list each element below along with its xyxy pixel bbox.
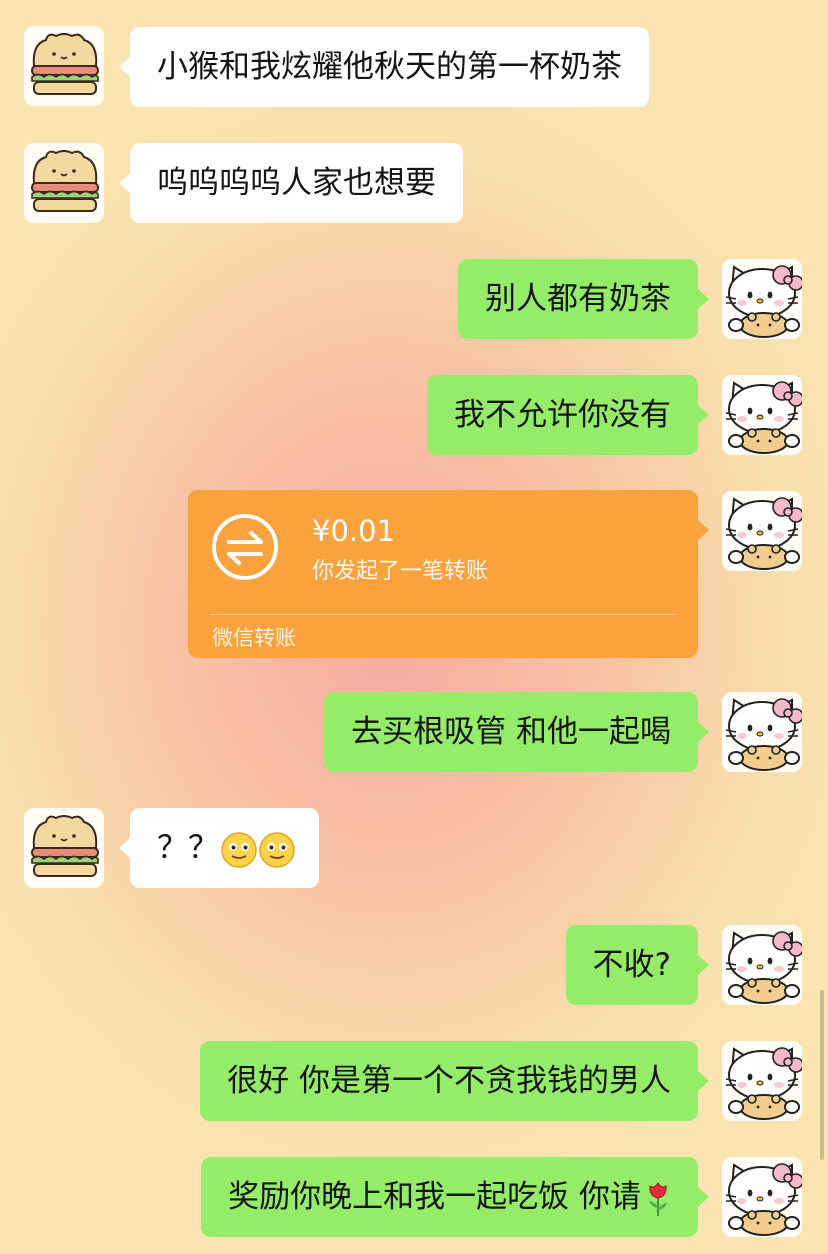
transfer-card[interactable]: ¥0.01 你发起了一笔转账 微信转账 [188, 490, 709, 658]
message-bubble-outgoing[interactable]: 不收? [565, 925, 710, 1005]
message-text: 奖励你晚上和我一起吃饭 你请 [228, 1179, 641, 1215]
message-bubble-outgoing[interactable]: 很好 你是第一个不贪我钱的男人 [200, 1041, 709, 1121]
hello-kitty-avatar-icon [722, 692, 802, 772]
my-avatar[interactable] [722, 1157, 802, 1237]
contact-avatar[interactable] [24, 26, 104, 106]
scrollbar[interactable] [820, 990, 824, 1160]
my-avatar[interactable] [722, 259, 802, 339]
message-text: ？？ [157, 830, 219, 866]
my-avatar[interactable] [722, 692, 802, 772]
sandwich-bear-avatar-icon [24, 808, 104, 888]
smile-emoji-icon [221, 832, 257, 868]
message-text: 小猴和我炫耀他秋天的第一杯奶茶 [157, 49, 622, 85]
rose-emoji-icon [645, 1180, 671, 1218]
hello-kitty-avatar-icon [722, 375, 802, 455]
message-bubble-incoming[interactable]: ？？ [119, 808, 319, 888]
contact-avatar[interactable] [24, 143, 104, 223]
contact-avatar[interactable] [24, 808, 104, 888]
message-text: 不收? [592, 947, 671, 983]
hello-kitty-avatar-icon [722, 1041, 802, 1121]
message-text: 很好 你是第一个不贪我钱的男人 [227, 1063, 671, 1099]
transfer-footer: 微信转账 [212, 626, 296, 650]
hello-kitty-avatar-icon [722, 1157, 802, 1237]
message-text: 呜呜呜呜人家也想要 [157, 165, 436, 201]
sandwich-bear-avatar-icon [24, 143, 104, 223]
hello-kitty-avatar-icon [722, 925, 802, 1005]
transfer-description: 你发起了一笔转账 [312, 559, 489, 584]
smile-emoji-icon [259, 832, 295, 868]
divider [210, 614, 676, 615]
message-bubble-outgoing[interactable]: 去买根吸管 和他一起喝 [324, 692, 709, 772]
message-bubble-incoming[interactable]: 呜呜呜呜人家也想要 [119, 143, 463, 223]
my-avatar[interactable] [722, 1041, 802, 1121]
message-bubble-incoming[interactable]: 小猴和我炫耀他秋天的第一杯奶茶 [119, 27, 649, 107]
message-text: 我不允许你没有 [454, 397, 671, 433]
transfer-amount: ¥0.01 [312, 514, 396, 548]
transfer-arrows-icon [212, 514, 278, 580]
message-text: 去买根吸管 和他一起喝 [351, 714, 671, 750]
sandwich-bear-avatar-icon [24, 26, 104, 106]
hello-kitty-avatar-icon [722, 491, 802, 571]
message-text: 别人都有奶茶 [485, 281, 671, 317]
my-avatar[interactable] [722, 925, 802, 1005]
my-avatar[interactable] [722, 491, 802, 571]
hello-kitty-avatar-icon [722, 259, 802, 339]
message-bubble-outgoing[interactable]: 别人都有奶茶 [458, 259, 709, 339]
message-bubble-outgoing[interactable]: 我不允许你没有 [427, 375, 709, 455]
my-avatar[interactable] [722, 375, 802, 455]
message-bubble-outgoing[interactable]: 奖励你晚上和我一起吃饭 你请 [201, 1157, 709, 1237]
